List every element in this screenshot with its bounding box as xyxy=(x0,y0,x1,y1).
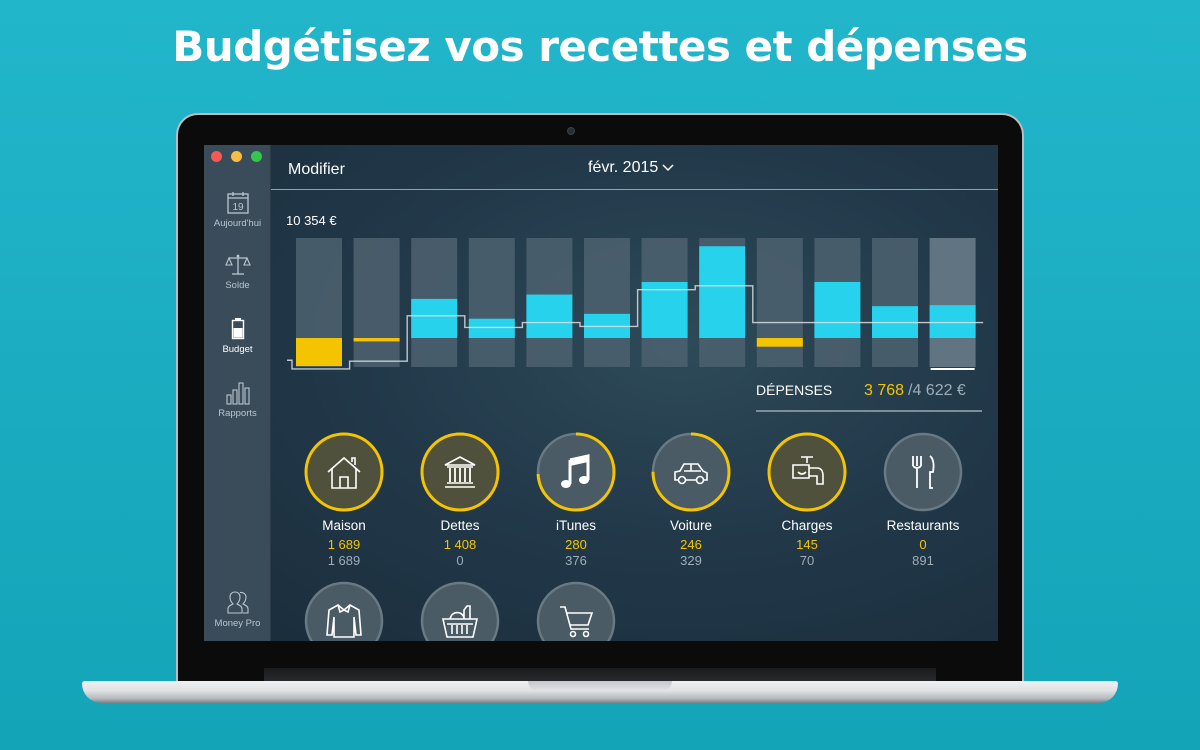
budget-bar-chart xyxy=(287,238,984,370)
category-name: Maison xyxy=(322,518,366,533)
battery-icon xyxy=(231,318,244,340)
bar-track[interactable] xyxy=(929,238,976,367)
category-budget: 70 xyxy=(799,553,815,568)
income-bar xyxy=(411,298,458,339)
sidebar-item-label: Rapports xyxy=(218,408,257,419)
fork-knife-icon xyxy=(912,455,935,489)
income-bar xyxy=(814,281,861,339)
expenses-summary: DÉPENSES 3 768 /4 622 € xyxy=(756,382,982,402)
income-bar xyxy=(526,294,573,339)
category-spent: 246 xyxy=(680,537,702,552)
category-ring[interactable] xyxy=(304,432,384,512)
category-spent: 280 xyxy=(565,537,587,552)
category-ring[interactable] xyxy=(420,581,500,641)
sidebar-item-today[interactable]: 19 Aujourd'hui xyxy=(204,191,271,229)
expense-bar xyxy=(296,338,342,367)
category-ring[interactable] xyxy=(651,432,731,512)
category-budget: 0 xyxy=(456,553,464,568)
edit-button[interactable]: Modifier xyxy=(288,161,345,179)
sidebar-item-label: Aujourd'hui xyxy=(213,218,262,229)
bar-chart-icon xyxy=(225,382,250,405)
category-ring[interactable] xyxy=(420,432,500,512)
category-budget: 891 xyxy=(912,553,934,568)
category-ring[interactable] xyxy=(883,432,963,512)
window-minimize-button[interactable] xyxy=(231,151,242,162)
sidebar: 19 Aujourd'hui Solde Budget Rapports Mon… xyxy=(204,145,271,641)
selected-indicator xyxy=(930,368,975,370)
expenses-label: DÉPENSES xyxy=(756,382,833,398)
bar-track[interactable] xyxy=(872,238,918,367)
category-spent: 1 689 xyxy=(327,537,361,552)
bank-icon xyxy=(444,456,476,488)
category-budget: 1 689 xyxy=(327,553,361,568)
shopping-cart-icon xyxy=(560,606,594,638)
period-selector[interactable]: févr. 2015 xyxy=(588,159,674,177)
app-window: 19 Aujourd'hui Solde Budget Rapports Mon… xyxy=(204,145,998,641)
expense-bar xyxy=(353,338,400,342)
bar-track[interactable] xyxy=(756,238,803,367)
sidebar-item-balance[interactable]: Solde xyxy=(204,253,271,291)
sidebar-item-budget[interactable]: Budget xyxy=(204,317,271,355)
bar-track[interactable] xyxy=(353,238,400,367)
sidebar-item-money-pro[interactable]: Money Pro xyxy=(204,591,271,629)
category-item[interactable] xyxy=(521,581,631,641)
sidebar-item-reports[interactable]: Rapports xyxy=(204,379,271,419)
category-spent: 0 xyxy=(919,537,927,552)
category-name: Charges xyxy=(781,518,833,533)
svg-text:19: 19 xyxy=(232,202,244,213)
grocery-basket-icon xyxy=(442,605,478,638)
calendar-icon: 19 xyxy=(226,192,249,214)
category-item[interactable] xyxy=(405,581,515,641)
balance-scale-icon xyxy=(224,254,251,275)
category-item[interactable]: Charges 145 70 xyxy=(752,432,862,568)
expenses-total: /4 622 € xyxy=(908,382,966,399)
car-icon xyxy=(674,463,708,485)
sidebar-item-label: Budget xyxy=(222,344,253,355)
sidebar-item-label: Money Pro xyxy=(214,618,261,629)
category-item[interactable]: Maison 1 689 1 689 xyxy=(289,432,399,568)
category-item[interactable]: iTunes 280 376 xyxy=(521,432,631,568)
income-bar xyxy=(699,246,746,339)
bar-track[interactable] xyxy=(584,238,630,367)
laptop-notch xyxy=(528,681,672,691)
house-icon xyxy=(327,456,361,489)
category-ring[interactable] xyxy=(536,581,616,641)
category-name: Dettes xyxy=(440,518,480,533)
sidebar-item-label: Solde xyxy=(225,280,250,291)
category-item[interactable]: Voiture 246 329 xyxy=(636,432,746,568)
window-maximize-button[interactable] xyxy=(251,151,262,162)
category-item[interactable]: Restaurants 0 891 xyxy=(868,432,978,568)
category-budget: 376 xyxy=(565,553,587,568)
category-name: Voiture xyxy=(669,518,713,533)
expenses-spent: 3 768 xyxy=(864,382,905,399)
toolbar-divider xyxy=(271,189,998,190)
category-spent: 1 408 xyxy=(443,537,477,552)
users-icon xyxy=(226,591,249,614)
camera-icon xyxy=(567,127,575,135)
category-name: iTunes xyxy=(555,518,597,533)
category-spent: 145 xyxy=(796,537,818,552)
faucet-icon xyxy=(792,456,824,485)
bar-track[interactable] xyxy=(468,238,515,367)
category-budget: 329 xyxy=(680,553,702,568)
category-ring[interactable] xyxy=(767,432,847,512)
category-item[interactable] xyxy=(289,581,399,641)
window-close-button[interactable] xyxy=(211,151,222,162)
category-name: Restaurants xyxy=(886,518,960,533)
shirt-icon xyxy=(326,604,362,638)
income-bar xyxy=(929,305,976,339)
promo-headline: Budgétisez vos recettes et dépenses xyxy=(172,22,1028,71)
category-ring[interactable] xyxy=(536,432,616,512)
income-bar xyxy=(468,318,515,339)
period-label: févr. 2015 xyxy=(588,159,659,176)
expense-bar xyxy=(756,338,803,347)
music-note-icon xyxy=(561,454,590,488)
category-ring[interactable] xyxy=(304,581,384,641)
summary-divider xyxy=(756,410,982,412)
category-item[interactable]: Dettes 1 408 0 xyxy=(405,432,515,568)
chevron-down-icon xyxy=(662,164,674,171)
